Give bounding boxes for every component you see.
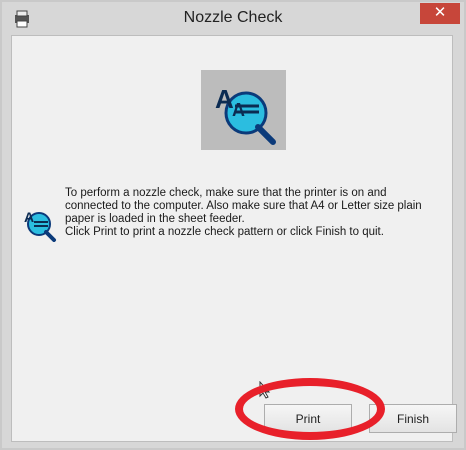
svg-text:A: A <box>232 100 245 120</box>
finish-button[interactable]: Finish <box>369 404 457 433</box>
mouse-cursor-icon <box>259 381 271 399</box>
instructions-text: To perform a nozzle check, make sure tha… <box>65 187 440 239</box>
message-line: connected to the computer. Also make sur… <box>65 200 422 212</box>
title-bar[interactable]: Nozzle Check ✕ <box>2 2 464 35</box>
nozzle-check-magnifier-icon: A A <box>201 70 286 150</box>
message-line: paper is loaded in the sheet feeder. <box>65 213 245 225</box>
message-line: To perform a nozzle check, make sure tha… <box>65 187 387 199</box>
window-title: Nozzle Check <box>183 9 283 26</box>
dialog-body: A A A To perform a nozzle check, make su… <box>11 35 457 442</box>
message-line: Click Print to print a nozzle check patt… <box>65 226 384 238</box>
print-button[interactable]: Print <box>264 404 352 433</box>
close-button[interactable]: ✕ <box>420 3 460 24</box>
nozzle-check-window: Nozzle Check ✕ A A A To perform a nozzle… <box>0 0 466 450</box>
svg-text:A: A <box>24 209 34 225</box>
nozzle-check-small-icon: A <box>20 206 58 242</box>
